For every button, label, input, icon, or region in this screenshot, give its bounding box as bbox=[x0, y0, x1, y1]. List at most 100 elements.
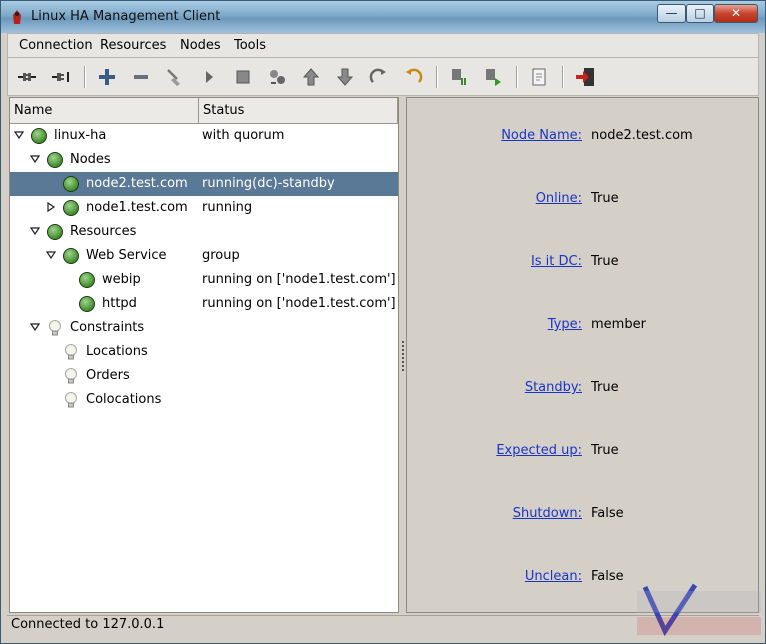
tree-row-node-linux-ha[interactable]: linux-ha with quorum bbox=[10, 124, 398, 148]
menu-nodes[interactable]: Nodes bbox=[180, 38, 221, 53]
status-ok-icon bbox=[79, 272, 95, 288]
start-icon[interactable] bbox=[198, 66, 220, 88]
toolbar bbox=[7, 58, 759, 96]
cleanup-icon[interactable] bbox=[164, 66, 186, 88]
detail-label[interactable]: Type: bbox=[407, 317, 582, 332]
detail-value: True bbox=[591, 380, 619, 395]
detail-label[interactable]: Is it DC: bbox=[407, 254, 582, 269]
tree-row-label: Resources bbox=[70, 224, 137, 239]
tree-row-group-web-service[interactable]: Web Service group bbox=[10, 244, 398, 268]
status-ok-icon bbox=[47, 152, 63, 168]
menu-bar: Connection Resources Nodes Tools bbox=[7, 33, 759, 58]
minimize-button[interactable]: — bbox=[657, 4, 686, 23]
detail-label[interactable]: Expected up: bbox=[407, 443, 582, 458]
close-button[interactable]: ✕ bbox=[714, 4, 758, 23]
stop-icon[interactable] bbox=[232, 66, 254, 88]
detail-value: True bbox=[591, 443, 619, 458]
detail-label[interactable]: Shutdown: bbox=[407, 506, 582, 521]
tree-row-label: Orders bbox=[86, 368, 130, 383]
redo-icon[interactable] bbox=[368, 66, 390, 88]
tree-row-label: node1.test.com bbox=[86, 200, 188, 215]
tree-row-group-resources[interactable]: Resources bbox=[10, 220, 398, 244]
tree-row-constraint-colocations[interactable]: Colocations bbox=[10, 388, 398, 412]
status-ok-icon bbox=[63, 248, 79, 264]
column-header-status[interactable]: Status bbox=[199, 98, 398, 124]
active-icon[interactable] bbox=[482, 66, 504, 88]
tree-row-status: running on ['node1.test.com'] bbox=[202, 296, 396, 311]
status-ok-icon bbox=[63, 200, 79, 216]
disconnect-icon[interactable] bbox=[50, 66, 72, 88]
tree-row-label: node2.test.com bbox=[86, 176, 188, 191]
lightbulb-icon bbox=[49, 320, 61, 336]
title-bar[interactable]: Linux HA Management Client — □ ✕ bbox=[1, 1, 765, 33]
tree-row-group-constraints[interactable]: Constraints bbox=[10, 316, 398, 340]
remove-icon[interactable] bbox=[130, 66, 152, 88]
tree-row-status: running(dc)-standby bbox=[202, 176, 335, 191]
splitter-grip-icon[interactable] bbox=[402, 341, 404, 371]
status-ok-icon bbox=[31, 128, 47, 144]
tree-row-label: Nodes bbox=[70, 152, 111, 167]
tree-row-status: group bbox=[202, 248, 240, 263]
column-header-name[interactable]: Name bbox=[10, 98, 199, 124]
expanded-triangle-icon[interactable] bbox=[46, 250, 56, 260]
detail-value: False bbox=[591, 506, 624, 521]
details-panel: Node Name: node2.test.com Online: True Is it… bbox=[406, 97, 759, 613]
undo-icon[interactable] bbox=[402, 66, 424, 88]
tree-row-node-node1[interactable]: node1.test.com running bbox=[10, 196, 398, 220]
menu-resources[interactable]: Resources bbox=[100, 38, 166, 53]
status-ok-icon bbox=[79, 296, 95, 312]
tree-row-group-nodes[interactable]: Nodes bbox=[10, 148, 398, 172]
menu-tools[interactable]: Tools bbox=[234, 38, 266, 53]
main-window: Linux HA Management Client — □ ✕ Connect… bbox=[0, 0, 766, 644]
detail-label[interactable]: Unclean: bbox=[407, 569, 582, 584]
status-ok-icon bbox=[47, 224, 63, 240]
maximize-button[interactable]: □ bbox=[686, 4, 714, 23]
view-icon[interactable] bbox=[528, 66, 550, 88]
window-title: Linux HA Management Client bbox=[31, 9, 221, 24]
lightbulb-icon bbox=[65, 392, 77, 408]
expanded-triangle-icon[interactable] bbox=[30, 154, 40, 164]
up-icon[interactable] bbox=[300, 66, 322, 88]
app-logo-icon bbox=[13, 10, 21, 24]
tree-row-status: running bbox=[202, 200, 253, 215]
tree-row-label: Constraints bbox=[70, 320, 145, 335]
expanded-triangle-icon[interactable] bbox=[30, 226, 40, 236]
detail-label[interactable]: Node Name: bbox=[407, 128, 582, 143]
menu-connection[interactable]: Connection bbox=[19, 38, 93, 53]
detail-label[interactable]: Online: bbox=[407, 191, 582, 206]
tree-row-node-node2[interactable]: node2.test.com running(dc)-standby bbox=[10, 172, 398, 196]
expanded-triangle-icon[interactable] bbox=[14, 130, 24, 140]
status-text: Connected to 127.0.0.1 bbox=[11, 617, 165, 632]
detail-label[interactable]: Standby: bbox=[407, 380, 582, 395]
expanded-triangle-icon[interactable] bbox=[30, 322, 40, 332]
tree-row-resource-webip[interactable]: webip running on ['node1.test.com'] bbox=[10, 268, 398, 292]
tree-row-status: with quorum bbox=[202, 128, 285, 143]
tree-row-label: Colocations bbox=[86, 392, 162, 407]
add-icon[interactable] bbox=[96, 66, 118, 88]
resource-tree-panel: Name Status linux-ha with quorum Nodes node… bbox=[9, 97, 399, 613]
tree-row-status: running on ['node1.test.com'] bbox=[202, 272, 396, 287]
standby-icon[interactable] bbox=[448, 66, 470, 88]
tree-row-resource-httpd[interactable]: httpd running on ['node1.test.com'] bbox=[10, 292, 398, 316]
tree-row-label: Locations bbox=[86, 344, 148, 359]
migrate-icon[interactable] bbox=[266, 66, 288, 88]
detail-value: node2.test.com bbox=[591, 128, 693, 143]
exit-icon[interactable] bbox=[574, 66, 596, 88]
watermark-logo-icon bbox=[637, 583, 761, 637]
tree-row-constraint-orders[interactable]: Orders bbox=[10, 364, 398, 388]
detail-value: True bbox=[591, 191, 619, 206]
detail-value: member bbox=[591, 317, 646, 332]
tree-row-constraint-locations[interactable]: Locations bbox=[10, 340, 398, 364]
tree-row-label: httpd bbox=[102, 296, 137, 311]
status-ok-icon bbox=[63, 176, 79, 192]
detail-value: False bbox=[591, 569, 624, 584]
connect-icon[interactable] bbox=[16, 66, 38, 88]
lightbulb-icon bbox=[65, 344, 77, 360]
collapsed-triangle-icon[interactable] bbox=[46, 202, 56, 212]
detail-value: True bbox=[591, 254, 619, 269]
tree-row-label: Web Service bbox=[86, 248, 167, 263]
lightbulb-icon bbox=[65, 368, 77, 384]
tree-row-label: linux-ha bbox=[54, 128, 107, 143]
tree-row-label: webip bbox=[102, 272, 141, 287]
down-icon[interactable] bbox=[334, 66, 356, 88]
